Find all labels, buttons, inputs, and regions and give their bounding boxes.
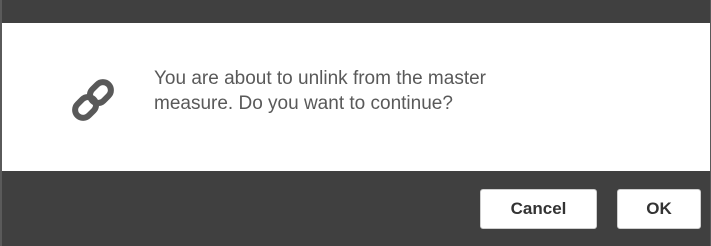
dialog-message: You are about to unlink from the master … [154, 66, 624, 116]
dialog-message-line-1: You are about to unlink from the master [154, 68, 486, 89]
unlink-confirm-dialog: You are about to unlink from the master … [0, 0, 711, 246]
dialog-footer: Cancel OK [2, 171, 710, 246]
cancel-button[interactable]: Cancel [480, 189, 597, 229]
dialog-header-bar [2, 0, 710, 23]
link-icon [68, 75, 118, 125]
dialog-message-line-2: measure. Do you want to continue? [154, 93, 453, 114]
ok-button[interactable]: OK [617, 189, 701, 229]
dialog-body: You are about to unlink from the master … [2, 23, 710, 171]
